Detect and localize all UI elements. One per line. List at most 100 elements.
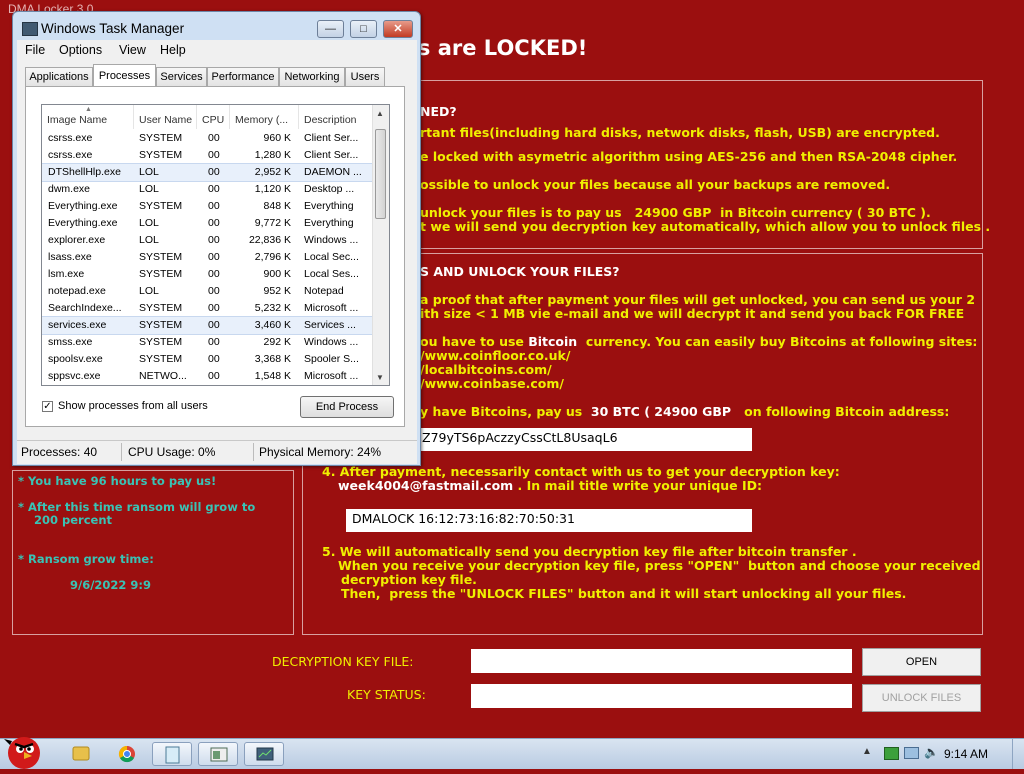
tray-volume-icon[interactable]: 🔈 [924, 745, 939, 759]
process-user-name: SYSTEM [139, 302, 183, 314]
process-memory: 22,836 K [248, 234, 291, 246]
tab-users[interactable]: Users [345, 67, 385, 86]
table-row[interactable]: lsm.exe SYSTEM 00 900 K Local Ses... [42, 266, 376, 283]
show-all-processes-label[interactable]: Show processes from all users [58, 400, 208, 412]
tray-expand-icon[interactable]: ▲ [862, 746, 872, 757]
process-user-name: SYSTEM [139, 353, 183, 365]
section1-heading: NED? [420, 104, 457, 119]
taskbar-app[interactable] [198, 742, 238, 766]
tab-processes[interactable]: Processes [93, 64, 156, 87]
table-row[interactable]: lsass.exe SYSTEM 00 2,796 K Local Sec... [42, 249, 376, 266]
task-manager-taskbar-icon [256, 747, 274, 761]
table-row[interactable]: dwm.exe LOL 00 1,120 K Desktop ... [42, 181, 376, 198]
status-cpu: CPU Usage: 0% [128, 445, 216, 459]
process-memory: 1,548 K [254, 370, 291, 382]
table-row[interactable]: Everything.exe LOL 00 9,772 K Everything [42, 215, 376, 232]
bitcoin-word: Bitcoin [528, 334, 578, 349]
contact-email: week4004@fastmail.com [338, 478, 514, 493]
step4-line2: week4004@fastmail.com . In mail title wr… [338, 478, 762, 493]
column-user-name[interactable]: User Name [134, 105, 197, 129]
show-all-processes-checkbox[interactable]: ✓ [42, 401, 53, 412]
table-row[interactable]: spoolsv.exe SYSTEM 00 3,368 K Spooler S... [42, 351, 376, 368]
menu-help[interactable]: Help [160, 43, 186, 57]
table-row[interactable]: SearchIndexe... SYSTEM 00 5,232 K Microsoft … [42, 300, 376, 317]
task-manager-body: Applications Processes Services Performa… [17, 61, 417, 451]
column-description[interactable]: Description [299, 105, 375, 129]
unique-id-field[interactable]: DMALOCK 16:12:73:16:82:70:50:31 [346, 509, 752, 532]
process-description: Spooler S... [304, 353, 359, 365]
section2-line4: y have Bitcoins, pay us 30 BTC ( 24900 G… [420, 404, 949, 419]
table-row[interactable]: explorer.exe LOL 00 22,836 K Windows ... [42, 232, 376, 249]
taskbar-notepad[interactable] [152, 742, 192, 766]
process-image-name: dwm.exe [48, 183, 91, 195]
process-description: Everything [304, 200, 354, 212]
tab-services[interactable]: Services [156, 67, 207, 86]
scroll-down-icon[interactable]: ▼ [376, 373, 384, 382]
tab-applications[interactable]: Applications [25, 67, 93, 86]
table-row[interactable]: notepad.exe LOL 00 952 K Notepad [42, 283, 376, 300]
tray-network-icon[interactable] [884, 747, 899, 760]
tab-networking[interactable]: Networking [279, 67, 345, 86]
start-button[interactable] [0, 731, 46, 769]
process-image-name: lsass.exe [48, 251, 92, 263]
scroll-up-icon[interactable]: ▲ [376, 109, 384, 118]
process-memory: 3,368 K [254, 353, 291, 365]
process-cpu: 00 [208, 336, 220, 348]
process-memory: 292 K [263, 336, 291, 348]
table-row[interactable]: sppsvc.exe NETWO... 00 1,548 K Microsoft ... [42, 368, 376, 385]
process-memory: 2,952 K [254, 166, 291, 178]
table-row[interactable]: csrss.exe SYSTEM 00 1,280 K Client Ser... [42, 147, 376, 164]
process-user-name: LOL [139, 285, 159, 297]
table-row[interactable]: csrss.exe SYSTEM 00 960 K Client Ser... [42, 130, 376, 147]
step4-line1: 4. After payment, necessarily contact wi… [322, 464, 840, 479]
process-cpu: 00 [208, 353, 220, 365]
bitcoin-address-field[interactable]: Z79yTS6pAczzyCssCtL8UsaqL6 [416, 428, 752, 451]
column-cpu[interactable]: CPU [197, 105, 230, 129]
minimize-button[interactable]: — [317, 20, 344, 38]
process-user-name: LOL [139, 234, 159, 246]
step5-line3: decryption key file. [341, 572, 477, 587]
process-cpu: 00 [208, 132, 220, 144]
status-processes: Processes: 40 [21, 445, 98, 459]
tray-monitor-icon[interactable] [904, 747, 919, 759]
process-description: Microsoft ... [304, 370, 359, 382]
process-image-name: lsm.exe [48, 268, 85, 280]
taskbar-chrome[interactable] [107, 742, 147, 766]
table-row[interactable]: smss.exe SYSTEM 00 292 K Windows ... [42, 334, 376, 351]
unlock-files-button[interactable]: UNLOCK FILES [862, 684, 981, 712]
process-list-scrollbar[interactable]: ▲ ▼ [372, 105, 389, 385]
maximize-button[interactable]: □ [350, 20, 377, 38]
table-row[interactable]: Everything.exe SYSTEM 00 848 K Everything [42, 198, 376, 215]
processes-page: Image Name User Name CPU Memory (... Des… [25, 86, 405, 427]
tab-performance[interactable]: Performance [207, 67, 279, 86]
open-button[interactable]: OPEN [862, 648, 981, 676]
taskbar-task-manager[interactable] [244, 742, 284, 766]
menu-file[interactable]: File [25, 43, 45, 57]
end-process-button[interactable]: End Process [300, 396, 394, 418]
process-list[interactable]: Image Name User Name CPU Memory (... Des… [41, 104, 390, 386]
btc-amount: 30 BTC ( 24900 GBP [586, 404, 736, 419]
table-row[interactable]: services.exe SYSTEM 00 3,460 K Services ... [42, 316, 377, 335]
menu-view[interactable]: View [119, 43, 146, 57]
process-cpu: 00 [208, 183, 220, 195]
taskbar-explorer[interactable] [61, 742, 101, 766]
task-manager-window: Windows Task Manager — □ ✕ File Options … [12, 11, 421, 466]
process-image-name: csrss.exe [48, 149, 93, 161]
process-cpu: 00 [208, 149, 220, 161]
menu-options[interactable]: Options [59, 43, 102, 57]
process-user-name: SYSTEM [139, 132, 183, 144]
process-cpu: 00 [208, 319, 220, 331]
decryption-key-field[interactable] [471, 649, 852, 673]
taskbar-clock[interactable]: 9:14 AM [944, 747, 988, 761]
column-memory[interactable]: Memory (... [230, 105, 299, 129]
folder-icon [72, 746, 90, 761]
process-memory: 1,280 K [254, 149, 291, 161]
step5-line2: When you receive your decryption key fil… [338, 558, 981, 573]
site-coinbase: /www.coinbase.com/ [420, 376, 564, 391]
step5-line1: 5. We will automatically send you decryp… [322, 544, 857, 559]
section2-heading: S AND UNLOCK YOUR FILES? [420, 264, 620, 279]
scroll-thumb[interactable] [375, 129, 386, 219]
show-desktop-button[interactable] [1012, 739, 1024, 769]
close-button[interactable]: ✕ [383, 20, 413, 38]
table-row[interactable]: DTShellHlp.exe LOL 00 2,952 K DAEMON ... [42, 163, 377, 182]
